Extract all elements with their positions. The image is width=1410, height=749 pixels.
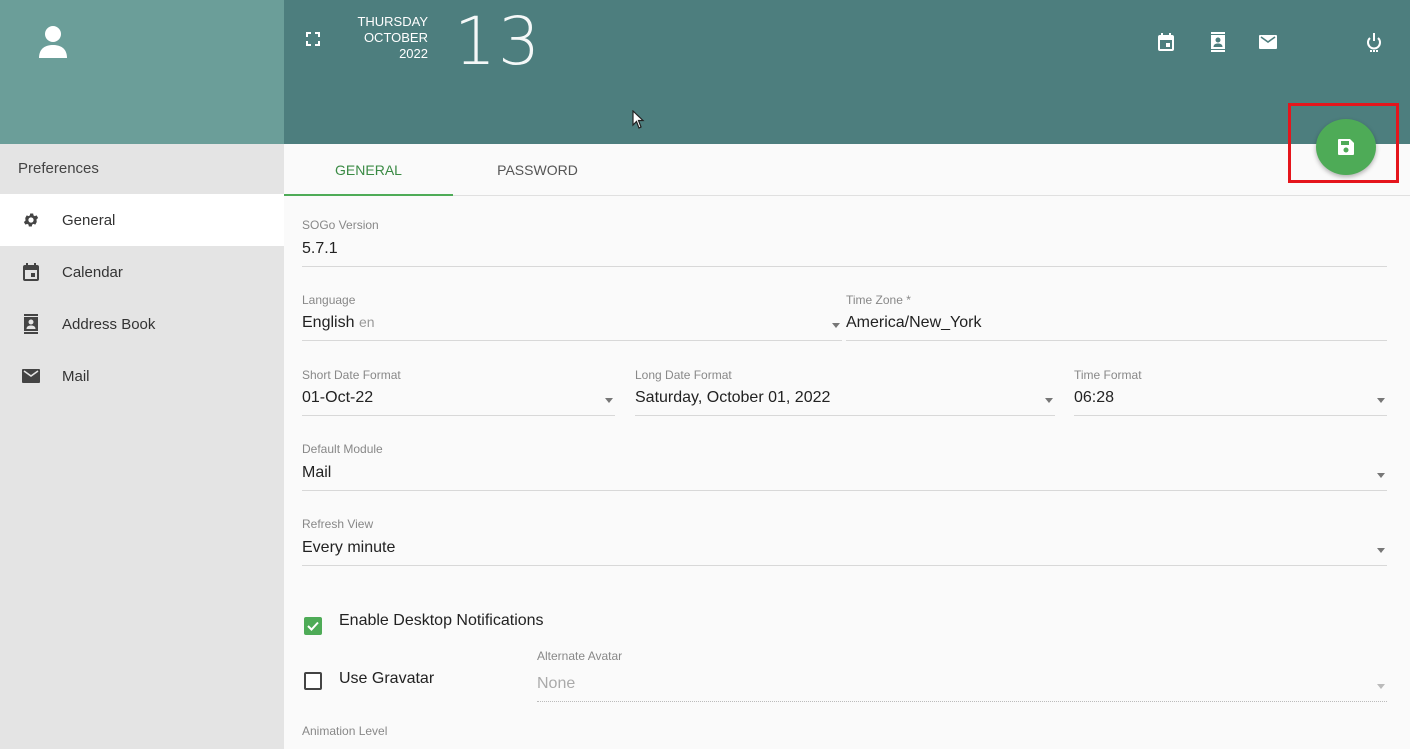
weekday-label: THURSDAY xyxy=(357,14,428,29)
field-label: Alternate Avatar xyxy=(537,649,623,663)
long-date-format-select[interactable]: Long Date Format Saturday, October 01, 2… xyxy=(635,368,1055,416)
field-label: Language xyxy=(302,293,356,307)
preferences-title: Preferences xyxy=(18,160,99,177)
sidebar-item-label: General xyxy=(62,211,116,229)
chevron-down-icon xyxy=(832,323,840,328)
mail-icon xyxy=(22,367,40,385)
tab-general[interactable]: GENERAL xyxy=(284,144,453,196)
chevron-down-icon xyxy=(1377,684,1385,689)
user-avatar-icon[interactable] xyxy=(38,24,68,60)
sidebar-item-address-book[interactable]: Address Book xyxy=(0,298,284,350)
field-value: Mail xyxy=(302,464,332,481)
field-value: America/New_York xyxy=(846,314,982,331)
field-label: Short Date Format xyxy=(302,368,401,382)
mouse-cursor-icon xyxy=(632,110,645,129)
sidebar-item-label: Calendar xyxy=(62,263,123,281)
desktop-notifications-checkbox[interactable] xyxy=(304,617,322,635)
refresh-view-select[interactable]: Refresh View Every minute xyxy=(302,517,1387,566)
chevron-down-icon xyxy=(1377,548,1385,553)
month-label: OCTOBER xyxy=(363,30,428,45)
fullscreen-icon[interactable] xyxy=(306,32,320,46)
field-value: 5.7.1 xyxy=(302,240,338,257)
field-value: 06:28 xyxy=(1074,389,1115,406)
use-gravatar-checkbox[interactable] xyxy=(304,672,322,690)
sidebar-item-mail[interactable]: Mail xyxy=(0,350,284,402)
field-label: SOGo Version xyxy=(302,218,379,232)
field-label: Default Module xyxy=(302,442,383,456)
sidebar-item-label: Mail xyxy=(62,367,90,385)
field-value: English en xyxy=(302,314,375,331)
calendar-icon[interactable] xyxy=(1156,32,1176,52)
language-select[interactable]: Language English en xyxy=(302,293,842,341)
default-module-select[interactable]: Default Module Mail xyxy=(302,442,1387,491)
day-number: 13 xyxy=(454,3,542,80)
mail-icon[interactable] xyxy=(1258,32,1278,52)
chevron-down-icon xyxy=(1377,473,1385,478)
chevron-down-icon xyxy=(1045,398,1053,403)
gear-icon xyxy=(22,211,40,229)
power-icon[interactable] xyxy=(1364,32,1384,52)
sidebar-item-label: Address Book xyxy=(62,315,156,333)
preferences-tabs: GENERAL PASSWORD xyxy=(284,144,1410,196)
sogo-version-field: SOGo Version 5.7.1 xyxy=(302,218,1387,267)
field-value: None xyxy=(537,675,576,692)
field-label: Time Zone * xyxy=(846,293,911,307)
tab-password[interactable]: PASSWORD xyxy=(453,144,622,196)
chevron-down-icon xyxy=(605,398,613,403)
sidebar-item-general[interactable]: General xyxy=(0,194,284,246)
save-button[interactable] xyxy=(1316,119,1376,175)
animation-level-label: Animation Level xyxy=(302,724,388,738)
language-code: en xyxy=(358,314,375,330)
field-label: Long Date Format xyxy=(635,368,732,382)
top-bar: THURSDAY OCTOBER 2022 13 xyxy=(284,0,1410,144)
short-date-format-select[interactable]: Short Date Format 01-Oct-22 xyxy=(302,368,615,416)
field-value: Saturday, October 01, 2022 xyxy=(635,389,831,406)
use-gravatar-label: Use Gravatar xyxy=(339,670,435,687)
chevron-down-icon xyxy=(1377,398,1385,403)
desktop-notifications-label: Enable Desktop Notifications xyxy=(339,612,544,629)
sidebar-header xyxy=(0,0,284,144)
save-icon xyxy=(1338,139,1354,155)
sidebar-item-calendar[interactable]: Calendar xyxy=(0,246,284,298)
contacts-icon xyxy=(22,314,40,334)
checkmark-icon xyxy=(307,621,319,631)
sidebar: Preferences General Calendar Address Boo… xyxy=(0,0,284,749)
alternate-avatar-select: Alternate Avatar None xyxy=(537,649,1387,702)
field-label: Time Format xyxy=(1074,368,1142,382)
calendar-icon xyxy=(22,263,40,281)
date-block: THURSDAY OCTOBER 2022 xyxy=(346,14,428,62)
field-value: Every minute xyxy=(302,539,396,556)
field-label: Refresh View xyxy=(302,517,374,531)
general-preferences-form: SOGo Version 5.7.1 Language English en T… xyxy=(284,196,1410,749)
field-value: 01-Oct-22 xyxy=(302,389,374,406)
year-label: 2022 xyxy=(399,46,428,61)
timezone-field[interactable]: Time Zone * America/New_York xyxy=(846,293,1387,341)
time-format-select[interactable]: Time Format 06:28 xyxy=(1074,368,1387,416)
contacts-icon[interactable] xyxy=(1208,32,1228,52)
